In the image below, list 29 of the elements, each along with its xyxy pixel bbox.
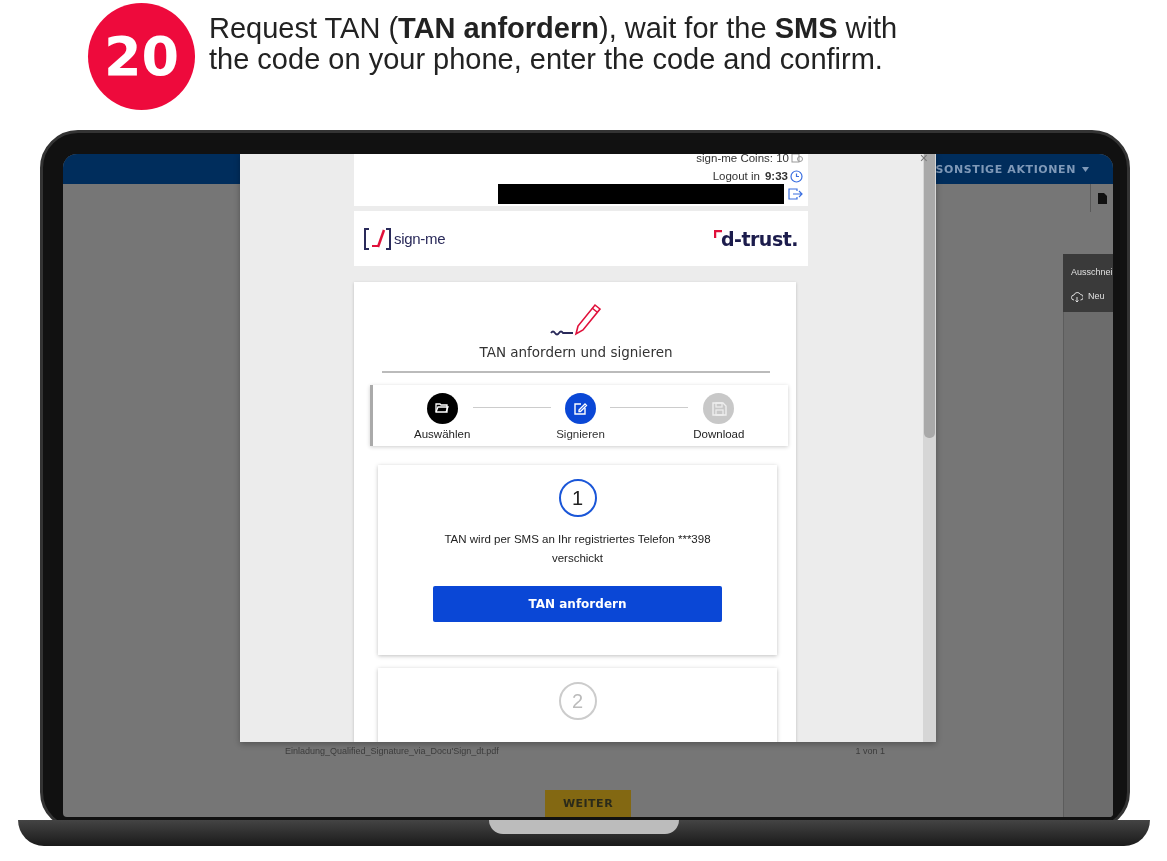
request-tan-button[interactable]: TAN anfordern (433, 586, 722, 622)
step-number-badge: 20 (88, 3, 195, 110)
caret-icon (1082, 166, 1089, 172)
corner-logo-icon (713, 229, 722, 238)
step-number: 2 (558, 682, 597, 720)
actions-menu-button[interactable]: SONSTIGE AKTIONEN (935, 162, 1089, 176)
step-number: 1 (558, 479, 597, 517)
document-icon (1097, 192, 1107, 204)
scrollbar[interactable] (923, 154, 936, 742)
cloud-icon (1071, 290, 1083, 302)
logout-icon (788, 188, 803, 200)
instruction-text: Request TAN (TAN anfordern), wait for the SMS with the code on your phone, enter the code and confirm. (209, 13, 899, 75)
bracket-logo-icon (364, 226, 391, 251)
step-tab[interactable]: Auswählen (373, 393, 512, 440)
logout-label: Logout in (712, 170, 760, 182)
save-icon (709, 399, 728, 418)
step-tab[interactable]: Download (649, 393, 788, 440)
menu-item[interactable]: Neu (1088, 291, 1105, 301)
signature-pen-icon (549, 302, 603, 338)
coins-label: sign-me Coins: 10 (696, 154, 789, 164)
menu-item[interactable]: Ausschnei (1071, 267, 1113, 277)
tan-info-text: TAN wird per SMS an Ihr registriertes Telefon ***398 verschickt (443, 532, 712, 566)
logout-time: 9:33 (764, 170, 788, 182)
brand-name: d-trust. (720, 227, 798, 250)
coins-icon (791, 154, 803, 163)
clock-icon (790, 169, 803, 183)
brand-name: sign-me (394, 230, 446, 247)
step-tab[interactable]: Signieren (511, 393, 650, 440)
dialog-title: TAN anfordern und signieren (478, 344, 674, 360)
